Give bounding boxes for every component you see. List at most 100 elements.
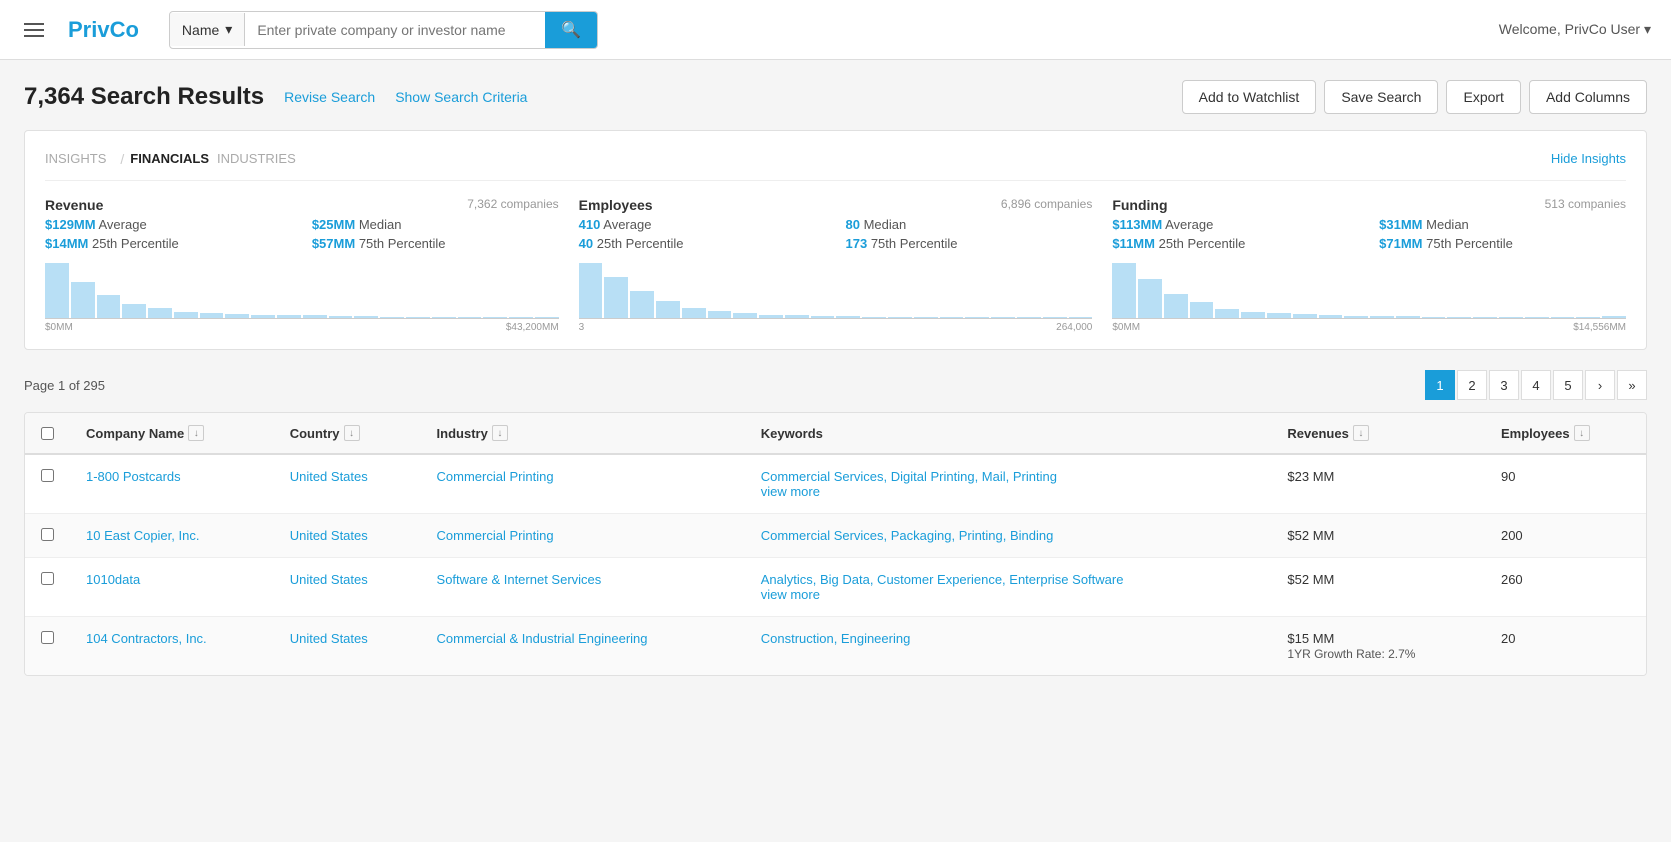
header: PrivCo Name ▾ 🔍 Welcome, PrivCo User ▾ xyxy=(0,0,1671,60)
page-1-button[interactable]: 1 xyxy=(1425,370,1455,400)
keywords-cell: Commercial Services, Packaging, Printing… xyxy=(745,514,1272,558)
company-link[interactable]: 10 East Copier, Inc. xyxy=(86,528,199,543)
search-type-dropdown[interactable]: Name ▾ xyxy=(170,13,245,46)
employees-title: Employees 6,896 companies xyxy=(579,197,1093,213)
country-filter-icon[interactable]: ↓ xyxy=(344,425,360,441)
employees-cell: 20 xyxy=(1485,617,1646,676)
funding-section: Funding 513 companies $113MM Average $31… xyxy=(1112,197,1626,333)
page-4-button[interactable]: 4 xyxy=(1521,370,1551,400)
revenue-median: $25MM Median xyxy=(312,217,559,232)
view-more-link[interactable]: view more xyxy=(761,587,820,602)
add-columns-button[interactable]: Add Columns xyxy=(1529,80,1647,114)
funding-chart xyxy=(1112,259,1626,319)
employees-filter-icon[interactable]: ↓ xyxy=(1574,425,1590,441)
industry-link[interactable]: Software & Internet Services xyxy=(437,572,602,587)
tab-financials[interactable]: FINANCIALS xyxy=(130,147,209,170)
revenue-cell: $52 MM xyxy=(1271,558,1485,617)
revenue-title: Revenue 7,362 companies xyxy=(45,197,559,213)
industry-filter-icon[interactable]: ↓ xyxy=(492,425,508,441)
logo: PrivCo xyxy=(68,17,139,43)
country-link[interactable]: United States xyxy=(290,528,368,543)
revenue-stats: $129MM Average $25MM Median $14MM 25th P… xyxy=(45,217,559,251)
company-link[interactable]: 1-800 Postcards xyxy=(86,469,181,484)
country-link[interactable]: United States xyxy=(290,469,368,484)
save-search-button[interactable]: Save Search xyxy=(1324,80,1438,114)
table-body: 1-800 Postcards United States Commercial… xyxy=(25,454,1646,675)
insights-panel: INSIGHTS / FINANCIALS INDUSTRIES Hide In… xyxy=(24,130,1647,350)
revenue-cell: $23 MM xyxy=(1271,454,1485,514)
funding-median: $31MM Median xyxy=(1379,217,1626,232)
employees-p75: 173 75th Percentile xyxy=(845,236,1092,251)
search-input[interactable] xyxy=(245,14,545,46)
table-row: 1-800 Postcards United States Commercial… xyxy=(25,454,1646,514)
page-3-button[interactable]: 3 xyxy=(1489,370,1519,400)
company-name-filter-icon[interactable]: ↓ xyxy=(188,425,204,441)
keywords-column: Keywords xyxy=(745,413,1272,454)
results-count: 7,364 Search Results xyxy=(24,83,264,111)
chevron-down-icon: ▾ xyxy=(225,21,232,38)
page-5-button[interactable]: 5 xyxy=(1553,370,1583,400)
industry-cell: Commercial Printing xyxy=(421,454,745,514)
revenue-cell: $52 MM xyxy=(1271,514,1485,558)
row-checkbox[interactable] xyxy=(41,572,54,585)
country-link[interactable]: United States xyxy=(290,572,368,587)
hide-insights-link[interactable]: Hide Insights xyxy=(1551,151,1626,166)
export-button[interactable]: Export xyxy=(1446,80,1520,114)
revenue-cell: $15 MM1YR Growth Rate: 2.7% xyxy=(1271,617,1485,676)
funding-stats: $113MM Average $31MM Median $11MM 25th P… xyxy=(1112,217,1626,251)
pagination: 1 2 3 4 5 › » xyxy=(1425,370,1647,400)
employees-avg: 410 Average xyxy=(579,217,826,232)
keywords-cell: Construction, Engineering xyxy=(745,617,1272,676)
search-button[interactable]: 🔍 xyxy=(545,12,597,48)
company-name-column: Company Name ↓ xyxy=(70,413,274,454)
next-page-button[interactable]: › xyxy=(1585,370,1615,400)
employees-cell: 200 xyxy=(1485,514,1646,558)
employees-chart-labels: 3 264,000 xyxy=(579,322,1093,333)
row-checkbox[interactable] xyxy=(41,469,54,482)
last-page-button[interactable]: » xyxy=(1617,370,1647,400)
company-link[interactable]: 1010data xyxy=(86,572,140,587)
action-buttons: Add to Watchlist Save Search Export Add … xyxy=(1182,80,1647,114)
country-link[interactable]: United States xyxy=(290,631,368,646)
tab-insights[interactable]: INSIGHTS xyxy=(45,147,106,170)
revenue-chart xyxy=(45,259,559,319)
country-column: Country ↓ xyxy=(274,413,421,454)
revenue-p75: $57MM 75th Percentile xyxy=(312,236,559,251)
select-all-checkbox[interactable] xyxy=(41,427,54,440)
row-checkbox-cell xyxy=(25,454,70,514)
select-all-column xyxy=(25,413,70,454)
industry-link[interactable]: Commercial Printing xyxy=(437,469,554,484)
revenues-filter-icon[interactable]: ↓ xyxy=(1353,425,1369,441)
view-more-link[interactable]: view more xyxy=(761,484,820,499)
funding-avg: $113MM Average xyxy=(1112,217,1359,232)
revise-search-link[interactable]: Revise Search xyxy=(284,89,375,105)
company-link[interactable]: 104 Contractors, Inc. xyxy=(86,631,207,646)
funding-title: Funding 513 companies xyxy=(1112,197,1626,213)
employees-section: Employees 6,896 companies 410 Average 80… xyxy=(579,197,1093,333)
results-header: 7,364 Search Results Revise Search Show … xyxy=(24,80,1647,114)
company-name-cell: 1010data xyxy=(70,558,274,617)
add-to-watchlist-button[interactable]: Add to Watchlist xyxy=(1182,80,1317,114)
employees-stats: 410 Average 80 Median 40 25th Percentile… xyxy=(579,217,1093,251)
industry-link[interactable]: Commercial & Industrial Engineering xyxy=(437,631,648,646)
row-checkbox-cell xyxy=(25,514,70,558)
row-checkbox-cell xyxy=(25,558,70,617)
industry-cell: Software & Internet Services xyxy=(421,558,745,617)
show-criteria-link[interactable]: Show Search Criteria xyxy=(395,89,527,105)
row-checkbox[interactable] xyxy=(41,631,54,644)
companies-table: Company Name ↓ Country ↓ Industry xyxy=(25,413,1646,675)
tab-industries[interactable]: INDUSTRIES xyxy=(217,147,296,170)
industry-link[interactable]: Commercial Printing xyxy=(437,528,554,543)
user-menu[interactable]: Welcome, PrivCo User ▾ xyxy=(1499,21,1651,38)
hamburger-menu[interactable] xyxy=(20,19,48,41)
table-header-row: Company Name ↓ Country ↓ Industry xyxy=(25,413,1646,454)
row-checkbox[interactable] xyxy=(41,528,54,541)
table-row: 10 East Copier, Inc. United States Comme… xyxy=(25,514,1646,558)
employees-chart xyxy=(579,259,1093,319)
row-checkbox-cell xyxy=(25,617,70,676)
company-name-cell: 104 Contractors, Inc. xyxy=(70,617,274,676)
table-row: 1010data United States Software & Intern… xyxy=(25,558,1646,617)
page-2-button[interactable]: 2 xyxy=(1457,370,1487,400)
page-info: Page 1 of 295 xyxy=(24,378,105,393)
funding-chart-labels: $0MM $14,556MM xyxy=(1112,322,1626,333)
